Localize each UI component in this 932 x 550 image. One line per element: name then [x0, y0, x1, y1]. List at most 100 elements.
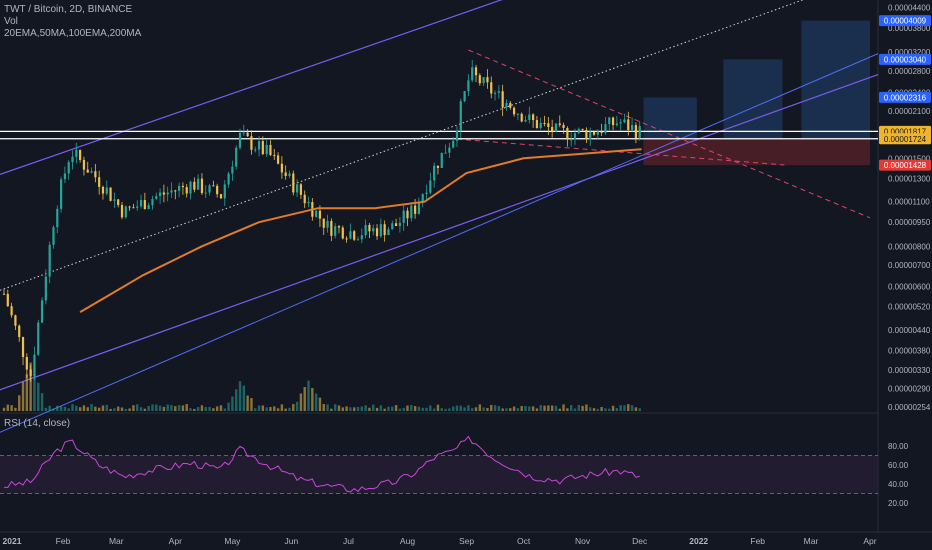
candle-body — [558, 123, 561, 125]
volume-bar — [554, 405, 558, 411]
candle-body — [554, 123, 558, 132]
volume-bar — [37, 382, 40, 411]
candle-body — [299, 184, 303, 195]
volume-bar — [101, 405, 105, 411]
candle-body — [349, 231, 352, 239]
time-tick-label: Nov — [575, 536, 591, 546]
volume-bar — [307, 380, 310, 411]
volume-bar — [440, 408, 443, 411]
candle-body — [459, 101, 462, 131]
volume-bar — [566, 408, 569, 411]
vol-legend: Vol — [4, 16, 18, 27]
volume-bar — [448, 408, 451, 411]
price-tick-label: 0.00002800 — [888, 67, 931, 76]
volume-bar — [48, 405, 51, 411]
volume-bar — [615, 408, 619, 411]
volume-bar — [531, 406, 535, 411]
candle-body — [25, 357, 28, 370]
volume-bar — [474, 407, 478, 411]
volume-bar — [604, 408, 607, 411]
candle-body — [551, 126, 554, 132]
candle-body — [105, 187, 108, 194]
volume-bar — [535, 408, 539, 411]
target-box — [801, 20, 870, 139]
volume-bar — [75, 405, 78, 411]
volume-bar — [44, 407, 48, 411]
volume-bar — [417, 406, 421, 411]
candle-body — [566, 128, 569, 140]
candle-body — [524, 119, 527, 122]
candle-body — [493, 92, 497, 94]
time-tick-label: Jun — [285, 536, 299, 546]
volume-bar — [6, 404, 10, 411]
volume-bar — [269, 407, 272, 411]
candle-body — [143, 200, 146, 210]
volume-bar — [543, 405, 546, 411]
candle-body — [162, 192, 165, 195]
volume-bar — [215, 406, 219, 411]
candle-body — [128, 206, 131, 208]
candle-body — [98, 177, 101, 187]
candle-body — [512, 107, 516, 115]
candle-body — [410, 205, 413, 219]
target-box — [643, 97, 697, 139]
candle-body — [638, 125, 641, 139]
candle-body — [52, 227, 55, 245]
volume-bar — [326, 404, 329, 411]
candle-body — [455, 130, 459, 141]
volume-bar — [303, 386, 306, 411]
volume-bar — [413, 406, 417, 411]
volume-bar — [97, 407, 101, 411]
candle-body — [2, 293, 6, 295]
volume-bar — [185, 404, 188, 411]
candle-body — [219, 194, 223, 199]
candle-body — [242, 132, 245, 134]
candle-body — [318, 210, 322, 219]
candle-body — [360, 235, 363, 240]
candle-body — [296, 184, 299, 193]
candle-body — [14, 315, 17, 326]
candle-body — [345, 238, 348, 240]
candle-body — [6, 293, 9, 307]
candle-body — [75, 149, 78, 157]
candle-body — [543, 122, 546, 124]
price-tick-label: 0.00000254 — [888, 403, 931, 412]
stop-loss-box — [643, 138, 870, 166]
volume-bar — [528, 406, 531, 411]
candle-body — [429, 180, 432, 193]
volume-bar — [238, 381, 242, 411]
volume-bar — [539, 405, 542, 411]
candle-body — [101, 186, 105, 194]
candle-body — [90, 171, 93, 173]
candle-body — [467, 80, 470, 92]
candle-body — [261, 141, 264, 155]
volume-bar — [581, 405, 584, 411]
volume-bar — [471, 408, 474, 411]
volume-bar — [516, 408, 520, 411]
volume-bar — [444, 408, 447, 411]
candle-body — [170, 190, 173, 193]
candle-body — [630, 125, 634, 131]
price-tag-label: 0.00003040 — [884, 55, 927, 64]
candle-body — [44, 276, 47, 301]
candle-body — [539, 122, 542, 129]
candle-body — [528, 114, 531, 120]
volume-bar — [242, 385, 246, 411]
volume-bar — [421, 407, 424, 411]
candle-body — [444, 152, 447, 154]
candle-body — [94, 171, 97, 178]
candle-body — [59, 179, 63, 209]
time-tick-label: Aug — [400, 536, 415, 546]
volume-bar — [276, 408, 280, 411]
candle-body — [280, 163, 283, 173]
time-tick-label: Dec — [632, 536, 648, 546]
volume-bar — [573, 408, 577, 411]
candle-body — [216, 185, 219, 195]
volume-bar — [436, 404, 440, 411]
candle-body — [330, 220, 333, 236]
volume-bar — [33, 374, 36, 411]
volume-bar — [113, 408, 116, 411]
candle-body — [155, 196, 158, 199]
volume-bar — [147, 405, 150, 411]
candle-body — [21, 337, 25, 358]
